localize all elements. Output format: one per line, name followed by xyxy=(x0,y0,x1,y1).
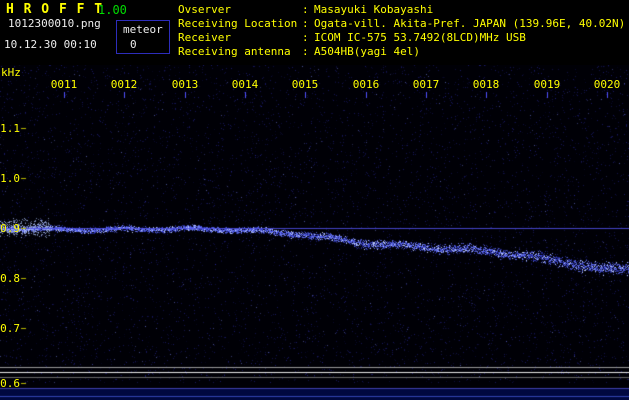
info-colon: : xyxy=(302,45,309,58)
app-version: 1.00 xyxy=(98,3,127,17)
info-value: A504HB(yagi 4el) xyxy=(314,45,420,58)
info-label: Receiving antenna xyxy=(178,45,291,58)
info-colon: : xyxy=(302,17,309,30)
x-axis-tick-label: 0012 xyxy=(110,78,138,91)
mode-label: meteor xyxy=(123,23,163,36)
info-label: Ovserver xyxy=(178,3,231,16)
meteor-count-value: 0 xyxy=(130,38,137,51)
x-axis-tick-label: 0011 xyxy=(50,78,78,91)
y-axis-tick-label: 0.6 xyxy=(0,377,20,390)
info-row-location: Receiving Location: Ogata-vill. Akita-Pre… xyxy=(178,17,625,31)
output-filename: 1012300010.png xyxy=(8,17,101,30)
info-colon: : xyxy=(302,3,309,16)
y-axis-tick-label: 0.9 xyxy=(0,222,20,235)
info-row-receiver: Receiver: ICOM IC-575 53.7492(8LCD)MHz US… xyxy=(178,31,625,45)
y-axis-tick-label: 0.8 xyxy=(0,272,20,285)
x-axis-tick-label: 0013 xyxy=(171,78,199,91)
observation-info: Ovserver: Masayuki Kobayashi Receiving Lo… xyxy=(178,3,625,59)
y-axis-unit-label: kHz xyxy=(1,66,21,79)
app-logo: H R O F F T xyxy=(6,2,104,17)
x-axis-tick-label: 0017 xyxy=(412,78,440,91)
x-axis-tick-label: 0019 xyxy=(533,78,561,91)
x-axis-tick-label: 0018 xyxy=(472,78,500,91)
x-axis-tick-label: 0015 xyxy=(291,78,319,91)
y-axis-tick-label: 1.0 xyxy=(0,172,20,185)
info-value: ICOM IC-575 53.7492(8LCD)MHz USB xyxy=(314,31,526,44)
x-axis-tick-label: 0014 xyxy=(231,78,259,91)
info-value: Ogata-vill. Akita-Pref. JAPAN (139.96E, … xyxy=(314,17,626,30)
info-label: Receiving Location xyxy=(178,17,298,30)
x-axis-tick-label: 0016 xyxy=(352,78,380,91)
x-axis-tick-label: 0020 xyxy=(593,78,621,91)
y-axis-tick-label: 0.7 xyxy=(0,322,20,335)
info-row-observer: Ovserver: Masayuki Kobayashi xyxy=(178,3,625,17)
info-label: Receiver xyxy=(178,31,231,44)
info-value: Masayuki Kobayashi xyxy=(314,3,434,16)
info-colon: : xyxy=(302,31,309,44)
info-row-antenna: Receiving antenna: A504HB(yagi 4el) xyxy=(178,45,625,59)
hrofft-window: H R O F F T 1.00 1012300010.png meteor 0… xyxy=(0,0,629,400)
spectrogram-canvas xyxy=(0,65,629,400)
observation-timestamp: 10.12.30 00:10 xyxy=(4,38,97,51)
y-axis-tick-label: 1.1 xyxy=(0,122,20,135)
